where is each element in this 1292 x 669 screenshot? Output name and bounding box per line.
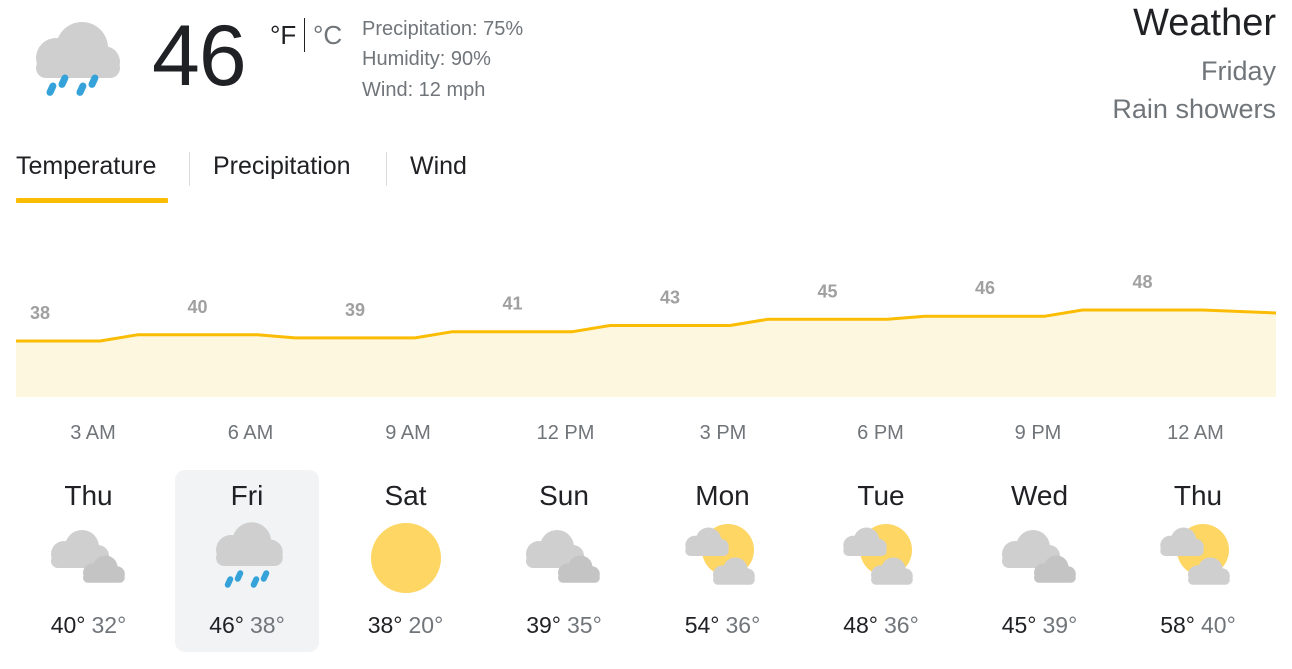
rain-cloud-icon [202,520,292,596]
unit-celsius-toggle[interactable]: °C [313,20,342,51]
tab-temperature[interactable]: Temperature [16,152,156,181]
low-temperature: 39° [1042,612,1078,638]
day-name: Fri [230,480,264,511]
time-tick-label: 9 PM [1014,422,1062,444]
active-tab-indicator [16,198,168,203]
day-name: Thu [1173,480,1223,511]
day-forecast-sat[interactable]: Sat 38° 20° [334,470,478,652]
tab-precipitation[interactable]: Precipitation [213,152,351,181]
tab-wind[interactable]: Wind [410,152,467,181]
partly-cloudy-icon [1153,520,1243,596]
time-tick-label: 3 PM [699,422,747,444]
temperature-value-label: 48 [1132,272,1152,292]
unit-fahrenheit-toggle[interactable]: °F [270,20,296,51]
day-forecast-thu[interactable]: Thu 58° 40° [1126,470,1270,652]
high-temperature: 38° [367,612,403,638]
low-temperature: 20° [408,612,444,638]
partly-cloudy-icon [836,520,926,596]
weather-day: Friday [1200,56,1276,86]
wind-detail: Wind: 12 mph [362,79,486,101]
unit-divider [304,18,305,52]
day-name: Mon [695,480,750,511]
day-forecast-thu[interactable]: Thu 40° 32° [17,470,161,652]
day-temperatures: 46° 38° [175,612,319,639]
day-temperatures: 48° 36° [809,612,953,639]
sun-icon [361,520,451,596]
high-temperature: 40° [50,612,86,638]
time-tick-label: 3 AM [70,422,116,444]
day-temperatures: 39° 35° [492,612,636,639]
low-temperature: 40° [1201,612,1236,638]
day-name: Thu [64,480,113,511]
temperature-area [16,310,1276,397]
time-tick-label: 6 PM [857,422,904,444]
day-name: Sun [539,480,589,511]
low-temperature: 36° [725,612,761,638]
day-forecast-sun[interactable]: Sun 39° 35° [492,470,636,652]
day-forecast-fri[interactable]: Fri 46° 38° [175,470,319,652]
day-forecast-wed[interactable]: Wed 45° 39° [968,470,1112,652]
temperature-value-label: 38 [30,303,50,323]
temperature-value-label: 46 [975,278,995,298]
day-temperatures: 45° 39° [968,612,1112,639]
temperature-value-label: 45 [817,281,837,301]
precipitation-detail: Precipitation: 75% [362,18,524,40]
low-temperature: 35° [567,612,602,638]
high-temperature: 54° [684,612,720,638]
partly-cloudy-icon [678,520,768,596]
time-tick-label: 9 AM [385,422,431,444]
temperature-value-label: 40 [187,297,207,317]
temperature-value-label: 43 [660,288,680,308]
humidity-detail: Humidity: 90% [362,48,491,70]
weather-condition: Rain showers [1112,94,1276,124]
low-temperature: 36° [884,612,919,638]
high-temperature: 39° [526,612,561,638]
low-temperature: 38° [250,612,285,638]
cloudy-icon [519,520,609,596]
day-forecast-mon[interactable]: Mon 54° 36° [651,470,795,652]
day-name: Wed [1010,480,1069,511]
tab-divider [386,152,387,186]
temperature-value-label: 39 [345,300,365,320]
temperature-value-label: 41 [502,294,522,314]
rain-cloud-icon [18,8,128,108]
high-temperature: 45° [1001,612,1037,638]
day-forecast-tue[interactable]: Tue 48° 36° [809,470,953,652]
day-temperatures: 58° 40° [1126,612,1270,639]
temperature-chart: 38 40 39 41 43 45 46 48 [16,272,1277,397]
day-temperatures: 38° 20° [334,612,478,639]
low-temperature: 32° [91,612,127,638]
current-temperature: 46 [152,8,247,104]
time-tick-label: 12 AM [1167,422,1224,444]
high-temperature: 46° [209,612,244,638]
day-name: Tue [857,480,905,511]
high-temperature: 48° [843,612,878,638]
day-temperatures: 40° 32° [17,612,161,639]
cloudy-icon [44,520,134,596]
high-temperature: 58° [1160,612,1195,638]
weather-title: Weather [1133,2,1276,44]
tab-divider [189,152,190,186]
day-temperatures: 54° 36° [651,612,795,639]
time-tick-label: 12 PM [536,422,595,444]
time-tick-label: 6 AM [227,422,274,444]
day-name: Sat [384,480,427,511]
cloudy-icon [995,520,1085,596]
